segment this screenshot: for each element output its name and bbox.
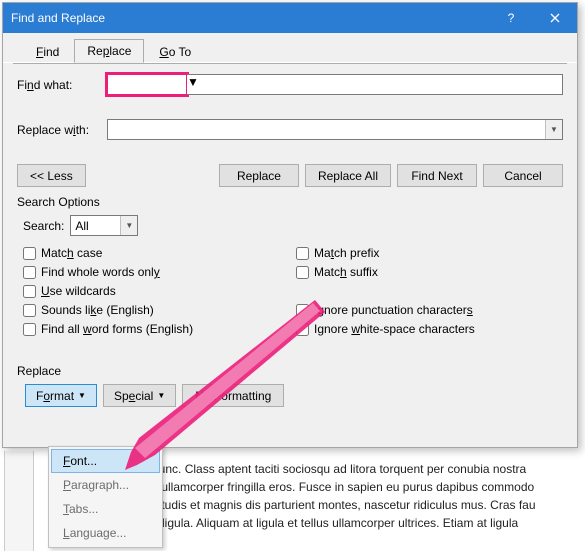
close-button[interactable] [533,3,577,33]
cancel-button[interactable]: Cancel [483,164,563,187]
format-dropdown-menu: Font... Paragraph... Tabs... Language... [48,446,163,548]
caret-down-icon: ▼ [157,391,165,400]
find-replace-dialog: Find and Replace ? Find Replace Go To Fi… [2,2,578,448]
no-formatting-button[interactable]: No Formatting [182,384,284,407]
menu-item-tabs[interactable]: Tabs... [51,497,160,521]
titlebar[interactable]: Find and Replace ? [3,3,577,33]
find-what-label: Find what: [17,78,107,92]
tab-goto[interactable]: Go To [146,40,204,63]
cb-whole-words[interactable]: Find whole words only [23,265,290,279]
replace-with-input[interactable]: ▼ [107,119,563,140]
cb-ignore-ws[interactable]: Ignore white-space characters [296,322,563,336]
dialog-title: Find and Replace [11,11,489,25]
cb-sounds-like[interactable]: Sounds like (English) [23,303,290,317]
replace-button[interactable]: Replace [219,164,299,187]
cb-ignore-punct[interactable]: Ignore punctuation characters [296,303,563,317]
menu-item-paragraph[interactable]: Paragraph... [51,473,160,497]
vertical-ruler [4,451,34,551]
less-button[interactable]: << Less [17,164,86,187]
find-next-button[interactable]: Find Next [397,164,477,187]
cb-match-suffix[interactable]: Match suffix [296,265,563,279]
cb-wildcards[interactable]: Use wildcards [23,284,290,298]
find-what-input[interactable] [107,74,187,95]
special-button[interactable]: Special▼ [103,384,176,407]
cb-match-prefix[interactable]: Match prefix [296,246,563,260]
doc-line: c ullamcorper fringilla eros. Fusce in s… [152,478,582,496]
tab-find[interactable]: Find [23,40,72,63]
doc-line: h ligula. Aliquam at ligula et tellus ul… [152,514,582,532]
cb-word-forms[interactable]: Find all word forms (English) [23,322,290,336]
search-direction-select[interactable]: All ▼ [70,215,138,236]
format-button[interactable]: Format▼ [25,384,97,407]
search-options-label: Search Options [17,195,563,209]
search-direction-label: Search: [23,219,64,233]
doc-line: bitudis et magnis dis parturient montes,… [152,496,582,514]
menu-item-language[interactable]: Language... [51,521,160,545]
tab-replace[interactable]: Replace [74,39,144,63]
chevron-down-icon: ▼ [120,216,137,235]
doc-line: nunc. Class aptent taciti sociosqu ad li… [152,460,582,478]
cb-match-case[interactable]: Match case [23,246,290,260]
caret-down-icon: ▼ [78,391,86,400]
chevron-down-icon[interactable]: ▼ [187,75,562,89]
menu-item-font[interactable]: Font... [51,449,160,473]
close-icon [550,13,560,23]
replace-with-label: Replace with: [17,123,107,137]
replace-section-label: Replace [17,364,563,378]
chevron-down-icon[interactable]: ▼ [545,120,562,139]
tabstrip: Find Replace Go To [3,33,577,63]
help-button[interactable]: ? [489,3,533,33]
replace-all-button[interactable]: Replace All [305,164,391,187]
